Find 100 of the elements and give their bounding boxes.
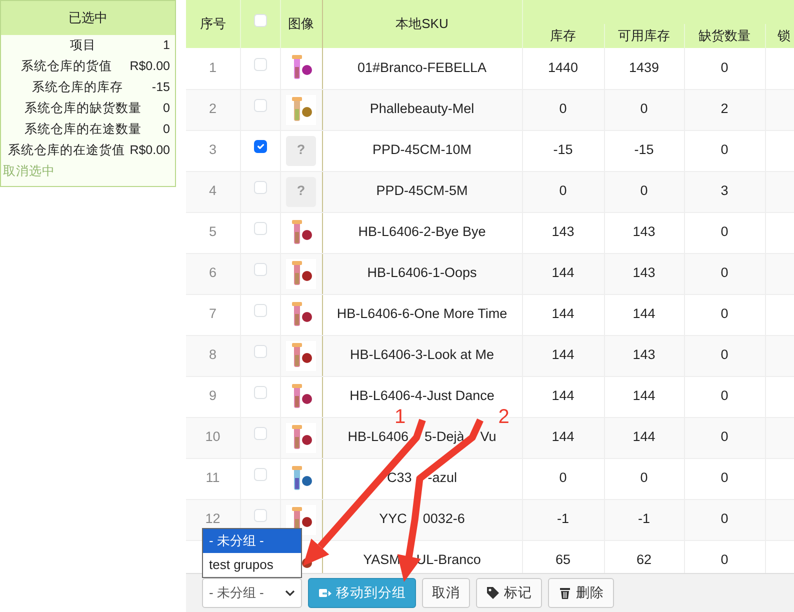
sku-text: HB-L6406-3-Look at Me (350, 347, 494, 362)
stat-value: 0 (163, 100, 170, 117)
table-cell: 0 (720, 470, 728, 486)
stat-label: 系统仓库的缺货数量 (24, 100, 143, 117)
question-mark: ? (296, 182, 306, 200)
share-icon (318, 586, 332, 600)
sku-text: Vu (480, 428, 496, 446)
table-cell: 0 (720, 388, 728, 404)
stat-value: R$0.00 (130, 58, 170, 75)
stat-label: 系统仓库的货值 (20, 58, 113, 75)
sku-text: PPD-45CM-10M (372, 142, 472, 158)
table-cell: 62 (636, 552, 652, 568)
table-cell: 144 (552, 388, 574, 404)
stat-value: 1 (163, 37, 170, 54)
column-header: 序号 (186, 0, 240, 48)
row-number: 8 (208, 347, 216, 362)
row-number: 4 (208, 183, 216, 198)
table-cell: 143 (632, 224, 656, 240)
table-cell: 0 (720, 265, 728, 280)
stat-value: -15 (152, 79, 170, 96)
table-cell: 65 (555, 552, 571, 568)
column-header: 库存 (522, 24, 604, 48)
table-cell: 144 (552, 347, 574, 362)
table-cell: 0 (720, 224, 728, 240)
column-header: 可用库存 (604, 24, 684, 48)
row-number: 11 (206, 470, 220, 486)
sku-text: Phallebeauty-Mel (370, 101, 474, 116)
table-cell: -15 (553, 142, 573, 158)
row-number: 9 (208, 388, 216, 404)
row-number: 1 (208, 60, 216, 76)
table-cell: 1439 (628, 60, 660, 76)
column-header: 本地SKU (322, 0, 522, 48)
table-cell: 0 (559, 183, 567, 198)
row-number: 5 (208, 224, 216, 240)
toolbar-button[interactable]: 标记 (476, 578, 542, 608)
sku-text: UL-Branco (416, 551, 481, 570)
stat-value: 0 (163, 121, 170, 138)
sku-text: C33 (386, 469, 412, 488)
toolbar-button[interactable]: 取消 (422, 578, 470, 608)
column-header: 锁 (765, 24, 794, 48)
row-number: 6 (208, 265, 216, 280)
tag-icon (486, 586, 500, 600)
stat-value: R$0.00 (130, 142, 170, 159)
sku-text: YASM (363, 551, 400, 570)
table-cell: 1440 (548, 60, 578, 76)
table-cell: 0 (640, 470, 648, 486)
table-cell: 143 (632, 265, 656, 280)
table-cell: 0 (720, 552, 728, 568)
table-cell: 144 (632, 429, 656, 444)
stat-label: 系统仓库的库存 (30, 79, 124, 96)
sku-text: 5-Dejà (424, 428, 464, 446)
caret-icon (285, 590, 295, 596)
column-header: 缺货数量 (684, 24, 765, 48)
trash-icon (558, 586, 572, 600)
sku-text: -azul (428, 469, 458, 488)
row-number: 3 (208, 142, 216, 158)
sku-text: HB-L6406-1-Oops (367, 265, 477, 280)
table-cell: 0 (720, 142, 728, 158)
toolbar-button[interactable]: 删除 (548, 578, 614, 608)
checkbox[interactable] (254, 140, 266, 154)
table-cell: 0 (720, 511, 728, 526)
table-cell: 144 (552, 429, 574, 444)
column-header: 图像 (280, 0, 322, 48)
stat-label: 系统仓库的在途数量 (24, 121, 143, 138)
table-cell: 0 (720, 429, 728, 444)
sku-text: HB-L6406-6-One More Time (336, 306, 508, 322)
dropdown-option[interactable]: - 未分组 - (203, 529, 301, 553)
dropdown-option[interactable]: test grupos (203, 553, 301, 577)
sku-text: HB-L6406-2-Bye Bye (358, 224, 486, 240)
sku-text: PPD-45CM-5M (376, 183, 468, 198)
table-cell: 0 (720, 60, 728, 76)
sku-text: 0032-6 (422, 510, 465, 528)
table-cell: 0 (720, 306, 728, 322)
sku-text: HB-L6406-4-Just Dance (350, 388, 494, 404)
table-cell: 2 (720, 101, 728, 116)
table-cell: 143 (552, 224, 574, 240)
table-cell: 0 (720, 347, 728, 362)
table-cell: 144 (632, 306, 656, 322)
row-number: 7 (208, 306, 216, 322)
table-cell: -15 (634, 142, 654, 158)
stat-label: 系统仓库的在途货值 (6, 142, 126, 159)
group-select[interactable]: - 未分组 - (202, 578, 302, 608)
table-cell: 0 (559, 101, 567, 116)
table-cell: -1 (638, 511, 650, 526)
table-cell: 144 (552, 306, 574, 322)
row-number: 12 (205, 511, 220, 526)
annotation-label: 2 (498, 406, 510, 428)
panel-title: 已选中 (1, 1, 175, 35)
sku-text: 01#Branco-FEBELLA (357, 60, 487, 76)
table-cell: 144 (552, 265, 574, 280)
table-cell: 143 (632, 347, 656, 362)
row-number: 10 (205, 429, 220, 444)
table-cell: -1 (556, 511, 569, 526)
stat-label: 项目 (69, 37, 98, 54)
sku-text: HB-L6406 (348, 428, 408, 446)
table-cell: 0 (640, 183, 648, 198)
row-number: 2 (208, 101, 216, 116)
table-cell: 144 (632, 388, 656, 404)
table-cell: 3 (720, 183, 728, 198)
question-mark: ? (296, 141, 306, 160)
